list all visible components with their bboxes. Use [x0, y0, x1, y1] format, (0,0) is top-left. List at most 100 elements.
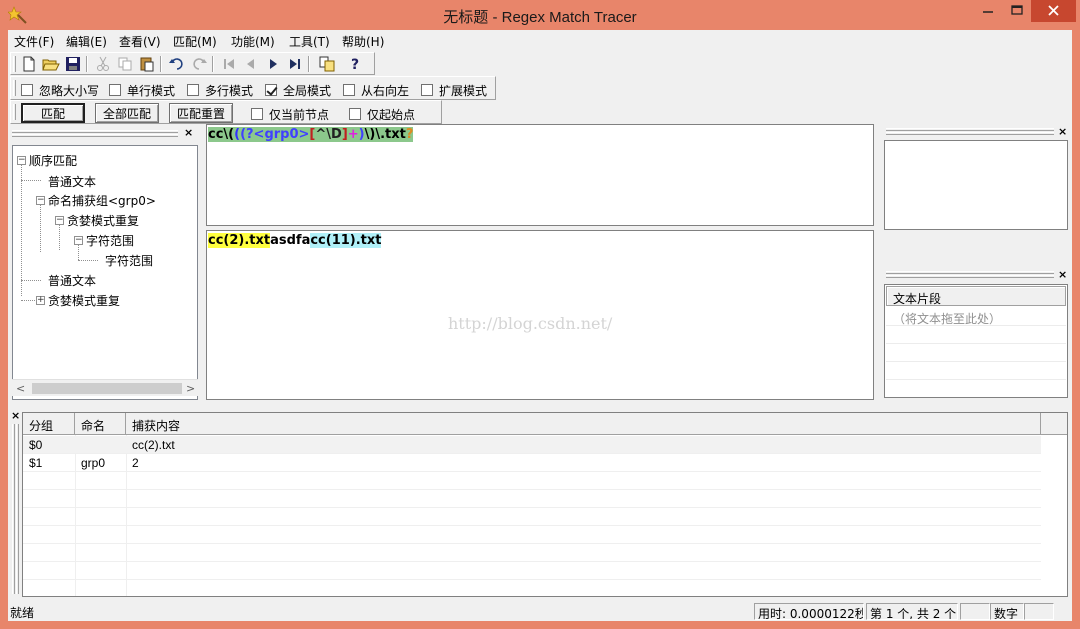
- toolbar-grip[interactable]: [13, 104, 16, 120]
- start-only-checkbox[interactable]: 仅起始点: [349, 106, 415, 122]
- menu-tools[interactable]: 工具(T): [289, 33, 330, 50]
- pane-grip[interactable]: [886, 275, 1054, 278]
- pane-grip[interactable]: [12, 424, 15, 594]
- menu-function[interactable]: 功能(M): [231, 33, 275, 50]
- collapse-icon[interactable]: −: [55, 216, 64, 225]
- checkbox-box[interactable]: [349, 108, 361, 120]
- paste-button[interactable]: [137, 55, 157, 73]
- pane-grip[interactable]: [16, 424, 19, 594]
- text-segment: cc(2).txt: [208, 233, 271, 248]
- global-checkbox[interactable]: 全局模式: [265, 82, 331, 98]
- tree-node[interactable]: 普通文本: [48, 272, 96, 289]
- redo-button[interactable]: [189, 55, 209, 73]
- help-button[interactable]: ?: [345, 55, 365, 73]
- status-empty: [960, 603, 990, 620]
- regex-token: \.txt: [375, 127, 406, 142]
- collapse-icon[interactable]: −: [74, 236, 83, 245]
- ignore-case-checkbox[interactable]: 忽略大小写: [21, 82, 99, 98]
- next-match-button[interactable]: [263, 55, 283, 73]
- reset-button[interactable]: 匹配重置: [169, 103, 233, 123]
- last-match-button[interactable]: [285, 55, 305, 73]
- pane-grip[interactable]: [886, 128, 1054, 131]
- tree-node[interactable]: 普通文本: [48, 173, 96, 190]
- save-button[interactable]: [63, 55, 83, 73]
- title-bar[interactable]: 无标题 - Regex Match Tracer: [0, 0, 1080, 30]
- toolbar-grip[interactable]: [13, 56, 16, 72]
- collapse-icon[interactable]: −: [17, 156, 26, 165]
- checkbox-box[interactable]: [251, 108, 263, 120]
- undo-icon: [169, 58, 183, 70]
- table-row[interactable]: $1 grp0 2: [23, 454, 1041, 472]
- tree-node[interactable]: 字符范围: [105, 252, 153, 269]
- toolbar-grip[interactable]: [13, 80, 16, 96]
- scroll-thumb[interactable]: [32, 383, 182, 394]
- tree-node[interactable]: 字符范围: [86, 232, 134, 249]
- checkbox-box[interactable]: [21, 84, 33, 96]
- expand-icon[interactable]: +: [36, 296, 45, 305]
- menu-file[interactable]: 文件(F): [14, 33, 54, 50]
- column-header-name[interactable]: 命名: [75, 413, 126, 434]
- undo-button[interactable]: [167, 55, 187, 73]
- tree-node[interactable]: 贪婪模式重复: [67, 212, 139, 229]
- pane-grip[interactable]: [886, 132, 1054, 135]
- maximize-button[interactable]: [1003, 0, 1031, 22]
- multi-line-checkbox[interactable]: 多行模式: [187, 82, 253, 98]
- checkbox-box[interactable]: [265, 84, 277, 96]
- cell-group: $1: [29, 456, 43, 470]
- table-row: [23, 526, 1041, 544]
- watermark: http://blog.csdn.net/: [448, 314, 613, 333]
- table-header: 分组 命名 捕获内容: [23, 413, 1067, 435]
- menu-edit[interactable]: 编辑(E): [66, 33, 107, 50]
- extended-checkbox[interactable]: 扩展模式: [421, 82, 487, 98]
- results-pane-close-icon[interactable]: ×: [11, 410, 20, 421]
- toolbar-separator: [308, 56, 310, 72]
- regex-editor[interactable]: cc\(((?<grp0>[^\D]+)\)\.txt?: [206, 124, 874, 226]
- checkbox-box[interactable]: [343, 84, 355, 96]
- snippet-header[interactable]: 文本片段: [886, 286, 1066, 306]
- menu-view[interactable]: 查看(V): [119, 33, 161, 50]
- close-button[interactable]: [1031, 0, 1076, 22]
- table-row[interactable]: $0 cc(2).txt: [23, 436, 1041, 454]
- open-button[interactable]: [41, 55, 61, 73]
- tree-horizontal-scrollbar[interactable]: < >: [12, 379, 198, 396]
- minimize-button[interactable]: [973, 0, 1003, 22]
- tree-node[interactable]: 贪婪模式重复: [48, 292, 120, 309]
- open-folder-icon: [42, 59, 60, 71]
- pane-grip[interactable]: [12, 130, 178, 133]
- new-file-button[interactable]: [19, 55, 39, 73]
- right-pane-close-icon[interactable]: ×: [1058, 126, 1067, 137]
- redo-icon: [193, 58, 207, 70]
- match-button[interactable]: 匹配: [21, 103, 85, 123]
- column-header-group[interactable]: 分组: [23, 413, 75, 434]
- match-all-button[interactable]: 全部匹配: [95, 103, 159, 123]
- checkbox-box[interactable]: [109, 84, 121, 96]
- pane-grip[interactable]: [886, 271, 1054, 274]
- tree-pane-close-icon[interactable]: ×: [184, 127, 193, 138]
- tree-node[interactable]: 命名捕获组<grp0>: [48, 192, 156, 209]
- single-line-checkbox[interactable]: 单行模式: [109, 82, 175, 98]
- tree-node-root[interactable]: 顺序匹配: [29, 152, 77, 169]
- right-to-left-checkbox[interactable]: 从右向左: [343, 82, 409, 98]
- column-header-content[interactable]: 捕获内容: [126, 413, 1041, 434]
- scroll-left-icon[interactable]: <: [16, 382, 25, 395]
- collapse-icon[interactable]: −: [36, 196, 45, 205]
- cell-content: cc(2).txt: [132, 438, 175, 452]
- menu-match[interactable]: 匹配(M): [173, 33, 217, 50]
- client-area: 文件(F) 编辑(E) 查看(V) 匹配(M) 功能(M) 工具(T) 帮助(H…: [8, 30, 1072, 621]
- first-match-button[interactable]: [219, 55, 239, 73]
- checkbox-box[interactable]: [187, 84, 199, 96]
- checkbox-box[interactable]: [421, 84, 433, 96]
- cut-button[interactable]: [93, 55, 113, 73]
- menu-help[interactable]: 帮助(H): [342, 33, 384, 50]
- current-node-only-checkbox[interactable]: 仅当前节点: [251, 106, 329, 122]
- insert-button[interactable]: [317, 55, 337, 73]
- pane-grip[interactable]: [12, 134, 178, 137]
- copy-button[interactable]: [115, 55, 135, 73]
- scroll-right-icon[interactable]: >: [186, 382, 195, 395]
- first-icon: [224, 59, 234, 69]
- table-row: [23, 544, 1041, 562]
- window-title: 无标题 - Regex Match Tracer: [443, 9, 637, 26]
- previous-match-button[interactable]: [241, 55, 261, 73]
- table-row: [23, 472, 1041, 490]
- snippet-pane-close-icon[interactable]: ×: [1058, 269, 1067, 280]
